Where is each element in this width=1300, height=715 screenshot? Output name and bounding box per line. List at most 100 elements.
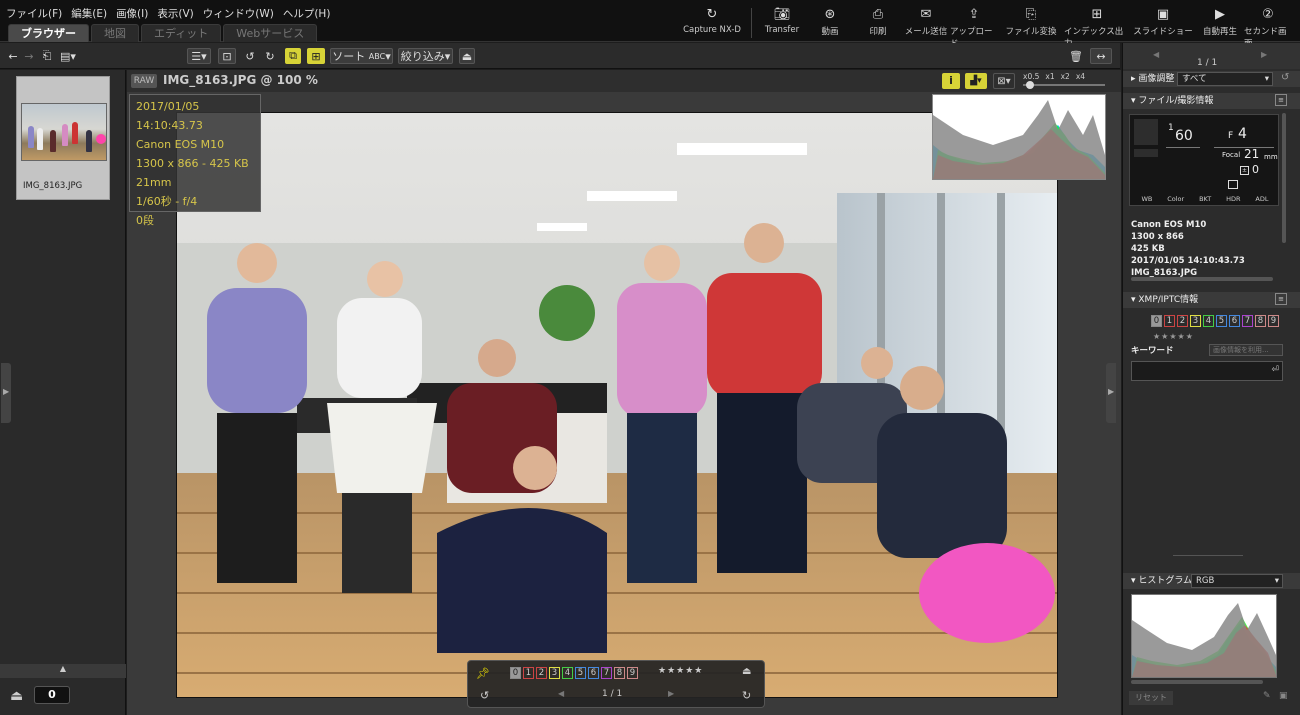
filter-dropdown[interactable]: 絞り込み ▾ xyxy=(398,48,453,64)
file-info-scrollbar[interactable] xyxy=(1282,113,1286,243)
xmp-label-3[interactable]: 3 xyxy=(1190,315,1201,327)
info-datetime: 2017/01/05 14:10:43.73 xyxy=(136,100,203,132)
compare-icon[interactable]: ⧉ xyxy=(285,48,301,64)
metadata-view-icon[interactable]: ⊡ xyxy=(218,48,236,64)
xmp-label-5[interactable]: 5 xyxy=(1216,315,1227,327)
rotate-right-icon[interactable]: ↻ xyxy=(262,48,278,64)
trash-icon[interactable]: 🗑︎ xyxy=(1068,48,1084,64)
next-image-icon[interactable]: ▶ xyxy=(668,689,674,698)
label-6[interactable]: 6 xyxy=(588,667,599,679)
fullscreen-toggle-icon[interactable]: ↔ xyxy=(1090,48,1112,64)
xmp-label-0[interactable]: 0 xyxy=(1151,315,1162,327)
zoom-slider[interactable] xyxy=(1023,84,1105,86)
prev-icon[interactable]: ◀ xyxy=(1153,50,1159,59)
label-0[interactable]: 0 xyxy=(510,667,521,679)
keyword-input[interactable]: ⏎ xyxy=(1131,361,1283,381)
label-2[interactable]: 2 xyxy=(536,667,547,679)
xmp-label-9[interactable]: 9 xyxy=(1268,315,1279,327)
folder-menu-icon[interactable]: ▤▾ xyxy=(58,48,78,64)
view-mode-dropdown[interactable]: ☰▾ xyxy=(187,48,211,64)
tab-web-service[interactable]: Webサービス xyxy=(223,24,318,42)
protect-filter-icon[interactable]: ⏏ xyxy=(10,688,23,704)
histogram-mode-dropdown[interactable]: RGB ▾ xyxy=(1191,574,1283,588)
label-3[interactable]: 3 xyxy=(549,667,560,679)
label-8[interactable]: 8 xyxy=(614,667,625,679)
rotate-left-icon[interactable]: ↺ xyxy=(480,689,489,702)
tab-edit[interactable]: エディット xyxy=(141,24,222,42)
info-exposure: 1/60秒 - f/4 xyxy=(136,195,198,208)
adjust-dropdown[interactable]: すべて ▾ xyxy=(1177,72,1273,86)
thumbnail-card[interactable]: IMG_8163.JPG xyxy=(16,76,110,200)
upload-icon: ⇪ xyxy=(968,6,980,22)
xmp-menu-icon[interactable]: ≡ xyxy=(1275,293,1287,305)
page-counter: 1 / 1 xyxy=(1197,58,1218,68)
histogram-panel xyxy=(1131,594,1277,678)
left-panel-handle[interactable]: ▶ xyxy=(1,363,11,423)
file-convert-icon: ⎘ xyxy=(1025,6,1037,22)
right-palette: ◀ 1 / 1 ▶ ▸ 画像調整 すべて ▾ ↺ ▾ ファイル/撮影情報 ≡ 1 … xyxy=(1122,43,1300,715)
save-icon[interactable]: ▣ xyxy=(1279,691,1288,701)
xmp-label-7[interactable]: 7 xyxy=(1242,315,1253,327)
back-arrow-icon[interactable]: ← xyxy=(6,48,20,64)
count-field[interactable]: 0 xyxy=(34,686,70,704)
xmp-label-8[interactable]: 8 xyxy=(1255,315,1266,327)
meta-scrollbar[interactable] xyxy=(1131,277,1273,281)
menu-image[interactable]: 画像(I) xyxy=(116,6,148,21)
sort-dropdown[interactable]: ソート ABC ▾ xyxy=(330,48,393,64)
pin-icon[interactable]: 📌︎ xyxy=(476,667,490,680)
forward-arrow-icon[interactable]: → xyxy=(22,48,36,64)
histogram-scrollbar[interactable] xyxy=(1131,680,1263,684)
protect-icon[interactable]: ⏏ xyxy=(459,48,475,64)
info-ev: 0段 xyxy=(136,214,154,227)
zoom-slider-thumb[interactable] xyxy=(1026,81,1034,89)
panel-collapse-up[interactable]: ▲ xyxy=(0,664,126,678)
focal-label: Focal xyxy=(1222,151,1241,159)
previous-image-icon[interactable]: ◀ xyxy=(558,689,564,698)
focal-unit: mm xyxy=(1264,153,1278,161)
xmp-star-rating[interactable]: ★★★★★ xyxy=(1153,332,1194,341)
edit-pencil-icon[interactable]: ✎ xyxy=(1263,691,1271,701)
label-1[interactable]: 1 xyxy=(523,667,534,679)
keyword-apply-icon[interactable]: ⏎ xyxy=(1271,365,1279,375)
star-rating[interactable]: ★★★★★ xyxy=(658,666,703,676)
label-4[interactable]: 4 xyxy=(562,667,573,679)
image-viewer: RAW IMG_8163.JPG @ 100 % i ▟▾ ⊠▾ x0.5 x1… xyxy=(127,70,1121,715)
xmp-label-2[interactable]: 2 xyxy=(1177,315,1188,327)
file-info-header[interactable]: ▾ ファイル/撮影情報 xyxy=(1123,93,1300,109)
keyword-template-button[interactable]: 画像情報を利用... xyxy=(1209,344,1283,356)
label-9[interactable]: 9 xyxy=(627,667,638,679)
protect-icon[interactable]: ⏏ xyxy=(742,666,751,677)
group-icon[interactable]: ⊞ xyxy=(307,48,325,64)
label-5[interactable]: 5 xyxy=(575,667,586,679)
menu-window[interactable]: ウィンドウ(W) xyxy=(203,6,274,21)
reset-button[interactable]: リセット xyxy=(1129,691,1173,705)
tab-map[interactable]: 地図 xyxy=(91,24,139,42)
tab-browser[interactable]: ブラウザー xyxy=(8,24,89,42)
xmp-label-4[interactable]: 4 xyxy=(1203,315,1214,327)
menu-view[interactable]: 表示(V) xyxy=(157,6,193,21)
xmp-label-6[interactable]: 6 xyxy=(1229,315,1240,327)
folder-up-icon[interactable]: ⎗ xyxy=(40,48,54,64)
menu-help[interactable]: ヘルプ(H) xyxy=(283,6,331,21)
xmp-iptc-header[interactable]: ▾ XMP/IPTC情報 xyxy=(1123,292,1300,308)
label-7[interactable]: 7 xyxy=(601,667,612,679)
focus-point-icon[interactable]: ⊠▾ xyxy=(993,73,1015,89)
next-icon[interactable]: ▶ xyxy=(1261,50,1267,59)
mode-tabs: ブラウザー 地図 エディット Webサービス xyxy=(8,24,318,42)
rotate-right-icon[interactable]: ↻ xyxy=(742,689,751,702)
office-group-photo xyxy=(177,113,1057,697)
menu-file[interactable]: ファイル(F) xyxy=(6,6,62,21)
reset-adjust-icon[interactable]: ↺ xyxy=(1281,72,1289,83)
right-panel-handle[interactable]: ▶ xyxy=(1106,363,1116,423)
panel-divider[interactable] xyxy=(1173,555,1243,559)
file-info-menu-icon[interactable]: ≡ xyxy=(1275,94,1287,106)
shutter-denominator: 60 xyxy=(1175,128,1193,144)
meta-datetime: 2017/01/05 14:10:43.73 xyxy=(1131,256,1245,266)
rotate-left-icon[interactable]: ↺ xyxy=(242,48,258,64)
histogram-toggle-icon[interactable]: ▟▾ xyxy=(965,73,987,89)
histogram-overlay xyxy=(932,94,1106,180)
xmp-label-row: 0 1 2 3 4 5 6 7 8 9 xyxy=(1151,315,1279,327)
xmp-label-1[interactable]: 1 xyxy=(1164,315,1175,327)
menu-edit[interactable]: 編集(E) xyxy=(71,6,107,21)
info-toggle-icon[interactable]: i xyxy=(942,73,960,89)
